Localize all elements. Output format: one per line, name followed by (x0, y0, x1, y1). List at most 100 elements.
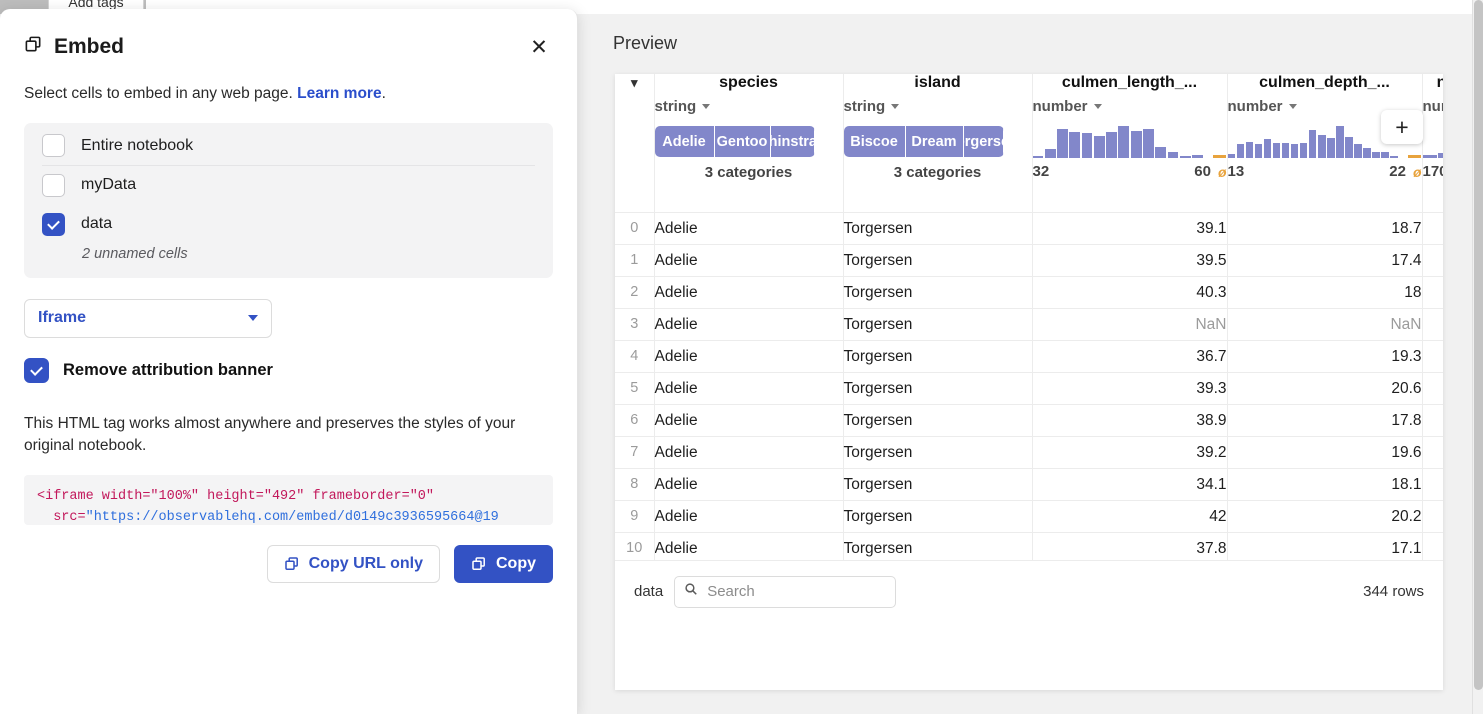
vertical-scrollbar[interactable] (1472, 0, 1483, 714)
table-cell: Adelie (654, 308, 843, 340)
table-cell: 38.9 (1032, 404, 1227, 436)
dialog-header: Embed ✕ (24, 9, 553, 75)
table-row[interactable]: 5AdelieTorgersen39.320.6 (615, 372, 1443, 404)
table-cell: Torgersen (843, 532, 1032, 560)
column-header-partial[interactable]: num number 170 (1422, 74, 1443, 212)
histogram-min: 170 (1423, 163, 1444, 180)
copy-icon (284, 556, 300, 572)
chevron-down-icon (248, 315, 258, 321)
column-type[interactable]: string (844, 98, 1032, 115)
search-input[interactable] (705, 582, 886, 601)
table-row[interactable]: 9AdelieTorgersen4220.2 (615, 500, 1443, 532)
histogram-bar (1423, 155, 1437, 158)
table-cell: Adelie (654, 244, 843, 276)
embed-format-select[interactable]: Iframe (24, 299, 272, 338)
checkbox-entire-notebook[interactable] (42, 134, 65, 157)
table-cell: Adelie (654, 212, 843, 244)
column-type[interactable]: string (655, 98, 843, 115)
histogram-nan-bar (1213, 155, 1226, 158)
table-cell (1422, 404, 1443, 436)
column-header-island[interactable]: island string Biscoe Dream Torgersen 3 c… (843, 74, 1032, 212)
chevron-down-icon: ▾ (631, 75, 638, 90)
add-column-button[interactable]: + (1381, 110, 1423, 144)
checkbox-data[interactable] (42, 213, 65, 236)
column-type-label: string (655, 98, 697, 115)
category-segment: Chinstrap (771, 126, 815, 157)
table-cell: 17.8 (1227, 404, 1422, 436)
search-box[interactable] (674, 576, 896, 608)
row-index: 1 (615, 244, 654, 276)
category-segment: Adelie (655, 126, 715, 157)
table-cell: Torgersen (843, 340, 1032, 372)
table-name-label: data (634, 583, 663, 600)
table-cell (1422, 372, 1443, 404)
cell-option-myData[interactable]: myData (42, 166, 535, 205)
column-type[interactable]: number (1033, 98, 1227, 115)
histogram-bar (1168, 152, 1179, 158)
data-table-scroll[interactable]: ▾ species string Adelie Gentoo Ch (615, 74, 1443, 560)
scrollbar-thumb[interactable] (1474, 0, 1483, 690)
column-name: culmen_length_... (1033, 74, 1227, 92)
histogram-bar (1390, 156, 1398, 158)
table-row[interactable]: 4AdelieTorgersen36.719.3 (615, 340, 1443, 372)
histogram-bar (1180, 156, 1191, 158)
table-cell: 20.2 (1227, 500, 1422, 532)
table-cell: Adelie (654, 468, 843, 500)
preview-card: + ▾ species string (615, 74, 1443, 690)
copy-button[interactable]: Copy (454, 545, 553, 583)
category-segment: Torgersen (964, 126, 1004, 157)
copy-icon (471, 556, 487, 572)
format-select-value: Iframe (38, 309, 86, 327)
column-header-culmen-length[interactable]: culmen_length_... number 32 60 ø (1032, 74, 1227, 212)
cell-option-label: data (81, 215, 112, 233)
unnamed-cells-note: 2 unnamed cells (42, 244, 535, 266)
copy-url-only-button[interactable]: Copy URL only (267, 545, 440, 583)
column-name: island (844, 74, 1032, 92)
table-row[interactable]: 3AdelieTorgersenNaNNaN (615, 308, 1443, 340)
table-row[interactable]: 6AdelieTorgersen38.917.8 (615, 404, 1443, 436)
cell-option-label: Entire notebook (81, 137, 193, 155)
close-icon[interactable]: ✕ (525, 33, 553, 61)
preview-pane: Preview + ▾ species (578, 0, 1483, 714)
histogram-axis: 32 60 ø (1033, 163, 1227, 180)
histogram-bar (1045, 149, 1056, 158)
cell-option-entire-notebook[interactable]: Entire notebook (42, 127, 535, 166)
table-header: ▾ species string Adelie Gentoo Ch (615, 74, 1443, 212)
table-cell: Torgersen (843, 500, 1032, 532)
table-body: 0AdelieTorgersen39.118.71AdelieTorgersen… (615, 212, 1443, 560)
embed-code-snippet[interactable]: <iframe width="100%" height="492" frameb… (24, 475, 553, 525)
table-cell: 42 (1032, 500, 1227, 532)
code-line1-mid2: frameborder= (304, 489, 409, 504)
histogram-bars (1033, 126, 1227, 158)
remove-attribution-row[interactable]: Remove attribution banner (24, 358, 553, 383)
table-row[interactable]: 1AdelieTorgersen39.517.4 (615, 244, 1443, 276)
column-header-species[interactable]: species string Adelie Gentoo Chinstrap 3… (654, 74, 843, 212)
cell-option-data[interactable]: data (42, 205, 535, 244)
table-row[interactable]: 0AdelieTorgersen39.118.7 (615, 212, 1443, 244)
table-cell (1422, 436, 1443, 468)
histogram-nan-bar (1408, 155, 1421, 158)
table-cell (1422, 308, 1443, 340)
table-row[interactable]: 10AdelieTorgersen37.817.1 (615, 532, 1443, 560)
row-index: 6 (615, 404, 654, 436)
table-row[interactable]: 8AdelieTorgersen34.118.1 (615, 468, 1443, 500)
chevron-down-icon (891, 104, 899, 109)
checkbox-remove-attribution[interactable] (24, 358, 49, 383)
learn-more-link[interactable]: Learn more (297, 85, 381, 102)
cell-selection-list: Entire notebook myData data 2 unnamed ce… (24, 123, 553, 278)
table-cell (1422, 244, 1443, 276)
expand-rows-toggle[interactable]: ▾ (615, 74, 654, 212)
histogram-bar (1327, 138, 1335, 158)
table-row[interactable]: 7AdelieTorgersen39.219.6 (615, 436, 1443, 468)
column-type-label: number (1423, 98, 1444, 115)
histogram-bar (1057, 129, 1068, 158)
column-type[interactable]: number (1423, 98, 1444, 115)
remove-attribution-label: Remove attribution banner (63, 361, 273, 380)
category-segment: Dream (906, 126, 964, 157)
checkbox-myData[interactable] (42, 174, 65, 197)
table-row[interactable]: 2AdelieTorgersen40.318 (615, 276, 1443, 308)
chevron-down-icon (1094, 104, 1102, 109)
histogram-bar (1282, 143, 1290, 158)
histogram-bar (1069, 132, 1080, 158)
histogram: 32 60 ø (1033, 126, 1227, 180)
